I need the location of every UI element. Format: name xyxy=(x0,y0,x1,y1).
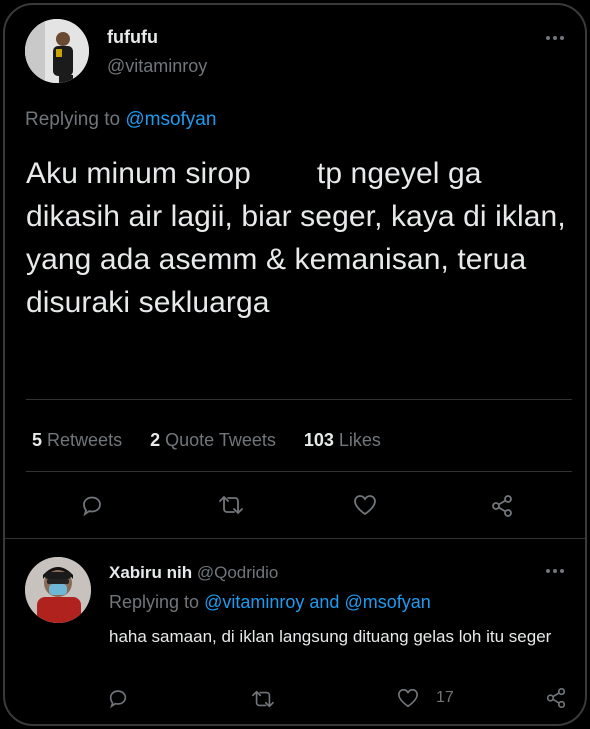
author-handle[interactable]: @vitaminroy xyxy=(107,56,207,77)
tweet-text-rest: dikasih air lagii, biar seger, kaya di i… xyxy=(26,200,566,319)
reply-icon[interactable] xyxy=(79,492,105,518)
reply-author-line: Xabiru nih @Qodridio xyxy=(109,563,278,583)
avatar-photo xyxy=(25,19,89,83)
retweet-icon[interactable] xyxy=(216,492,246,518)
tweet-text-line1: Aku minum sirop tp ngeyel ga xyxy=(26,157,482,190)
likes-stat[interactable]: 103 Likes xyxy=(304,430,381,451)
reply-author-name[interactable]: Xabiru nih xyxy=(109,563,192,582)
retweets-stat[interactable]: 5 Retweets xyxy=(32,430,122,451)
divider xyxy=(26,399,572,400)
retweet-icon[interactable] xyxy=(249,687,277,711)
author-avatar[interactable] xyxy=(25,19,89,83)
tweet-text: Aku minum sirop tp ngeyel ga dikasih air … xyxy=(26,152,566,324)
quote-tweets-stat[interactable]: 2 Quote Tweets xyxy=(150,430,276,451)
reply-like-action[interactable]: 17 xyxy=(396,687,454,709)
replying-to-link[interactable]: @msofyan xyxy=(125,109,216,130)
like-icon[interactable] xyxy=(351,492,379,518)
tweet-card: fufufu @vitaminroy Replying to @msofyan … xyxy=(3,3,587,726)
divider xyxy=(26,471,572,472)
share-icon[interactable] xyxy=(488,492,516,520)
reply-author-handle[interactable]: @Qodridio xyxy=(197,563,279,582)
more-icon[interactable] xyxy=(546,569,564,573)
more-icon[interactable] xyxy=(546,36,564,40)
replying-to-link[interactable]: @vitaminroy xyxy=(204,592,304,612)
reply-icon[interactable] xyxy=(106,686,130,710)
replying-prefix: Replying to xyxy=(25,109,121,130)
share-icon[interactable] xyxy=(543,685,569,711)
author-name[interactable]: fufufu xyxy=(107,27,158,48)
tweet-stats: 5 Retweets 2 Quote Tweets 103 Likes xyxy=(32,430,381,451)
replying-to-link[interactable]: @msofyan xyxy=(344,592,430,612)
replying-to-line: Replying to @msofyan xyxy=(25,109,216,131)
like-icon[interactable] xyxy=(396,687,420,709)
reply-avatar-photo xyxy=(25,557,91,623)
reply-text: haha samaan, di iklan langsung dituang g… xyxy=(109,627,552,646)
reply-like-count: 17 xyxy=(436,689,454,706)
reply-replying-to-line: Replying to @vitaminroy and @msofyan xyxy=(109,592,431,612)
divider xyxy=(5,538,585,539)
reply-author-avatar[interactable] xyxy=(25,557,91,623)
